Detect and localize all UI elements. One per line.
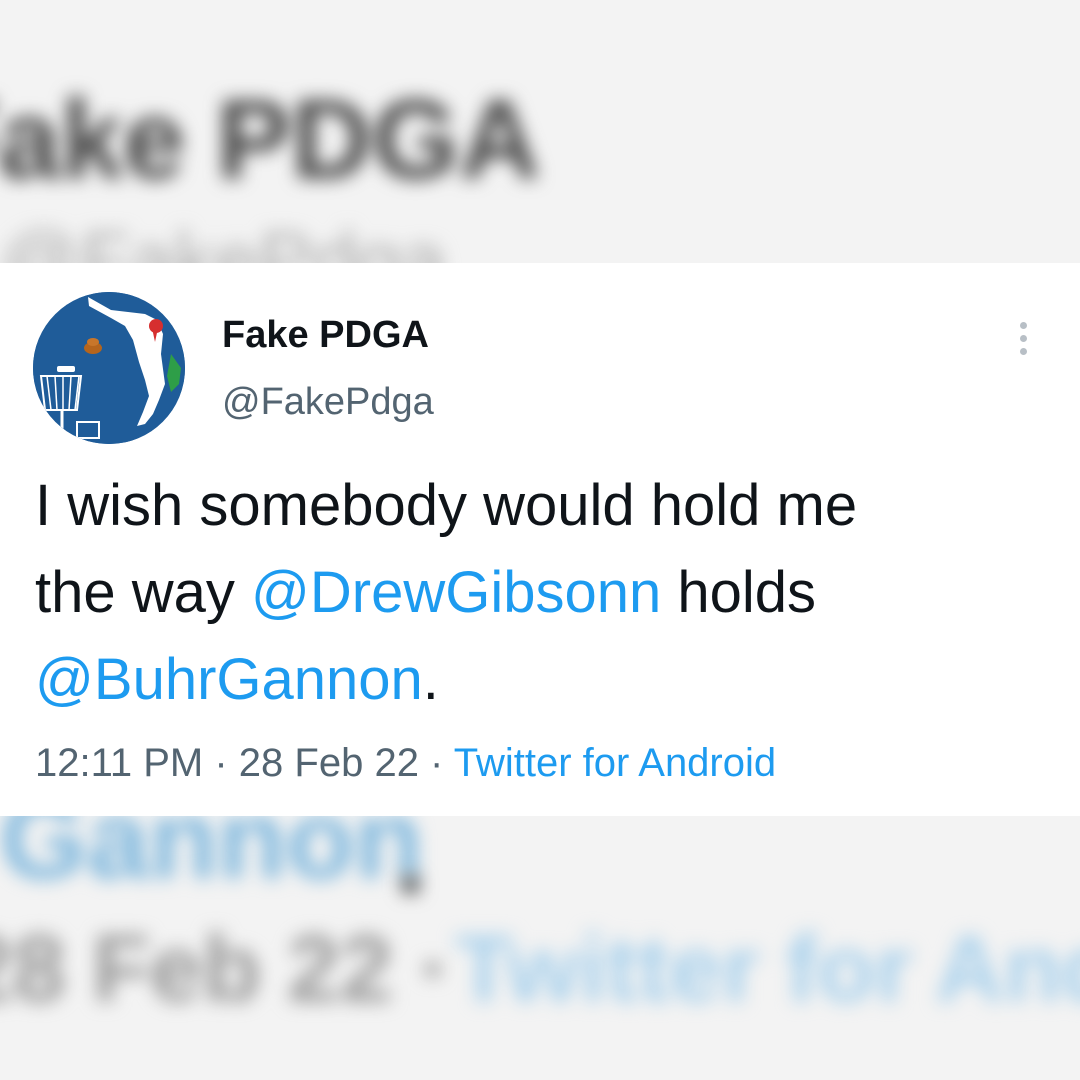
tweet-text-line1: I wish somebody would hold me: [35, 473, 858, 538]
author-handle[interactable]: @FakePdga: [222, 379, 434, 425]
more-vertical-icon: [1019, 321, 1027, 329]
tweet-text-period: .: [422, 647, 439, 712]
tweet-text-segment: holds: [661, 560, 817, 625]
tweet-time[interactable]: 12:11 PM: [35, 741, 203, 785]
author-display-name[interactable]: Fake PDGA: [222, 312, 429, 358]
tweet-text-segment: the way: [35, 560, 251, 625]
tweet-text: I wish somebody would hold me the way @D…: [35, 462, 1045, 723]
meta-separator: ·: [203, 741, 239, 785]
avatar-image: [33, 292, 185, 444]
meta-separator: ·: [418, 741, 454, 785]
more-vertical-icon-dot: [1019, 347, 1027, 355]
more-vertical-icon-dot: [1019, 334, 1027, 342]
more-options-button[interactable]: [1005, 316, 1041, 360]
mention-link-drewgibsonn[interactable]: @DrewGibsonn: [251, 560, 661, 625]
blurred-source: Twitter for Android: [455, 916, 1080, 1022]
blurred-date: 28 Feb 22 ·: [0, 916, 452, 1022]
tweet-date[interactable]: 28 Feb 22: [239, 741, 419, 785]
tweet-metadata: 12:11 PM · 28 Feb 22 · Twitter for Andro…: [35, 737, 776, 789]
avatar[interactable]: [33, 292, 185, 444]
mention-link-buhrgannon[interactable]: @BuhrGannon: [35, 647, 423, 712]
blurred-name: Fake PDGA: [0, 77, 540, 202]
tweet-source-link[interactable]: Twitter for Android: [454, 741, 776, 785]
